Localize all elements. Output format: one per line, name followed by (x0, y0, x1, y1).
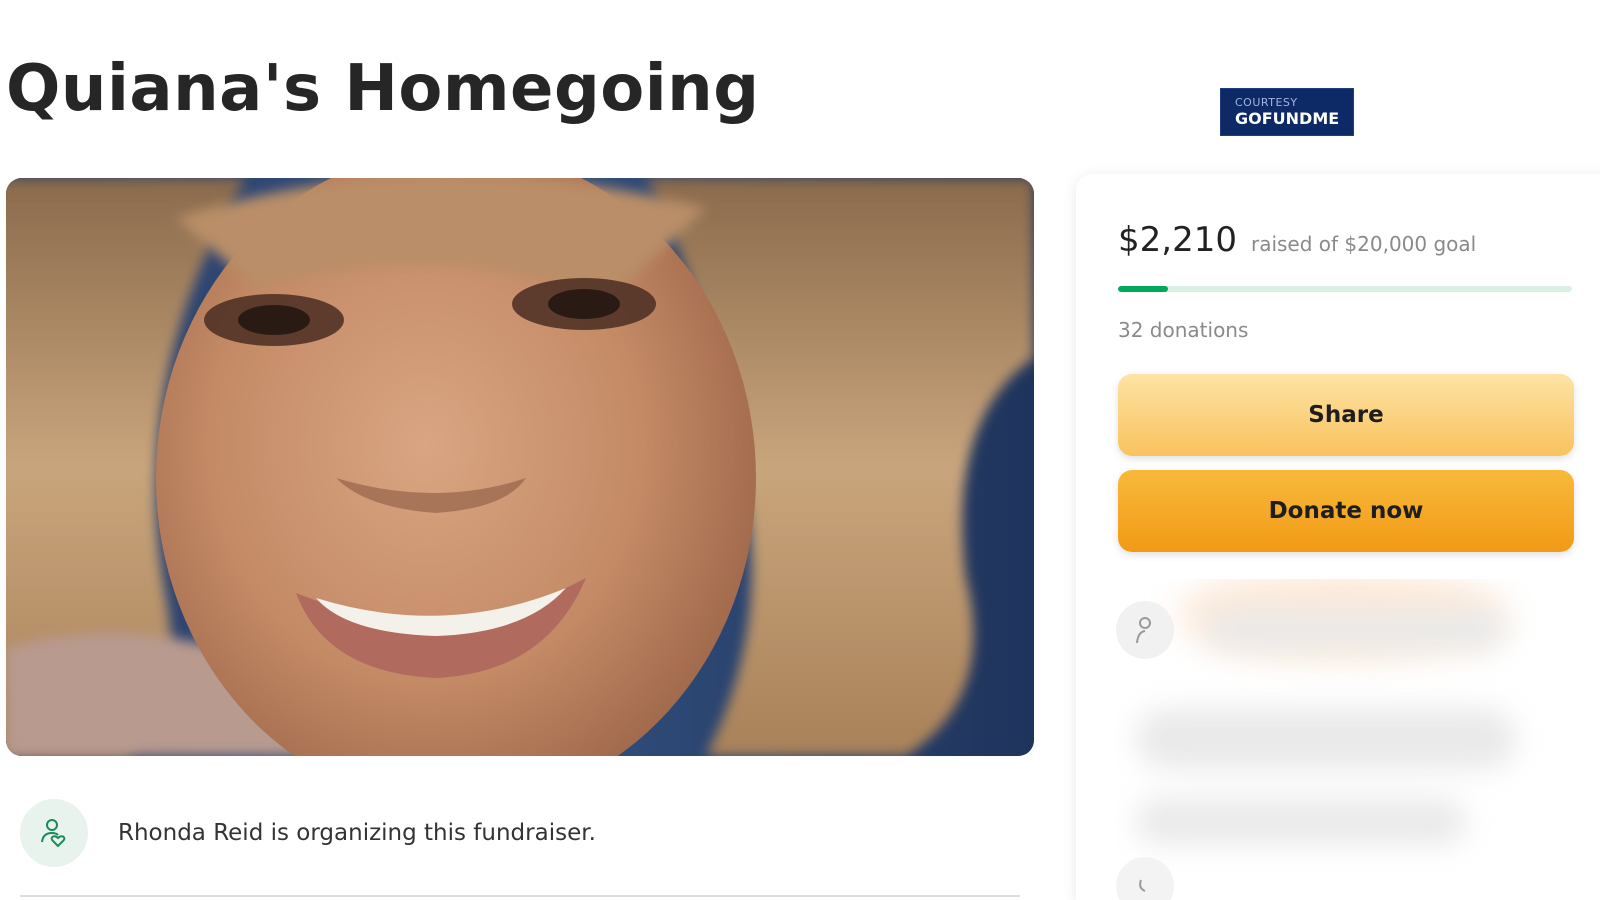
blurred-donor-list (1116, 579, 1586, 900)
organizer-row: Rhonda Reid is organizing this fundraise… (20, 797, 1020, 869)
organizer-text: Rhonda Reid is organizing this fundraise… (118, 820, 596, 846)
blurred-donor-entry (1206, 609, 1506, 649)
donor-avatar-icon (1116, 857, 1174, 900)
blurred-donor-entry (1136, 709, 1516, 769)
progress-bar (1118, 286, 1572, 292)
person-heart-icon (20, 799, 88, 867)
donor-avatar-icon (1116, 601, 1174, 659)
donation-count: 32 donations (1118, 318, 1249, 342)
blurred-donor-entry (1136, 799, 1466, 844)
raised-line: $2,210 raised of $20,000 goal (1118, 220, 1476, 260)
courtesy-watermark: COURTESY GOFUNDME (1220, 88, 1354, 136)
watermark-courtesy-text: COURTESY (1235, 95, 1298, 109)
section-divider (20, 895, 1020, 897)
goal-text: raised of $20,000 goal (1250, 232, 1477, 256)
donation-card: $2,210 raised of $20,000 goal 32 donatio… (1076, 174, 1600, 900)
campaign-photo (6, 178, 1034, 756)
donate-now-button[interactable]: Donate now (1118, 470, 1574, 552)
progress-fill (1118, 286, 1168, 292)
share-button[interactable]: Share (1118, 374, 1574, 456)
portrait-image (6, 178, 1034, 756)
watermark-source-text: GOFUNDME (1235, 108, 1340, 128)
raised-amount: $2,210 (1118, 220, 1237, 260)
page-title: Quiana's Homegoing (6, 52, 760, 126)
